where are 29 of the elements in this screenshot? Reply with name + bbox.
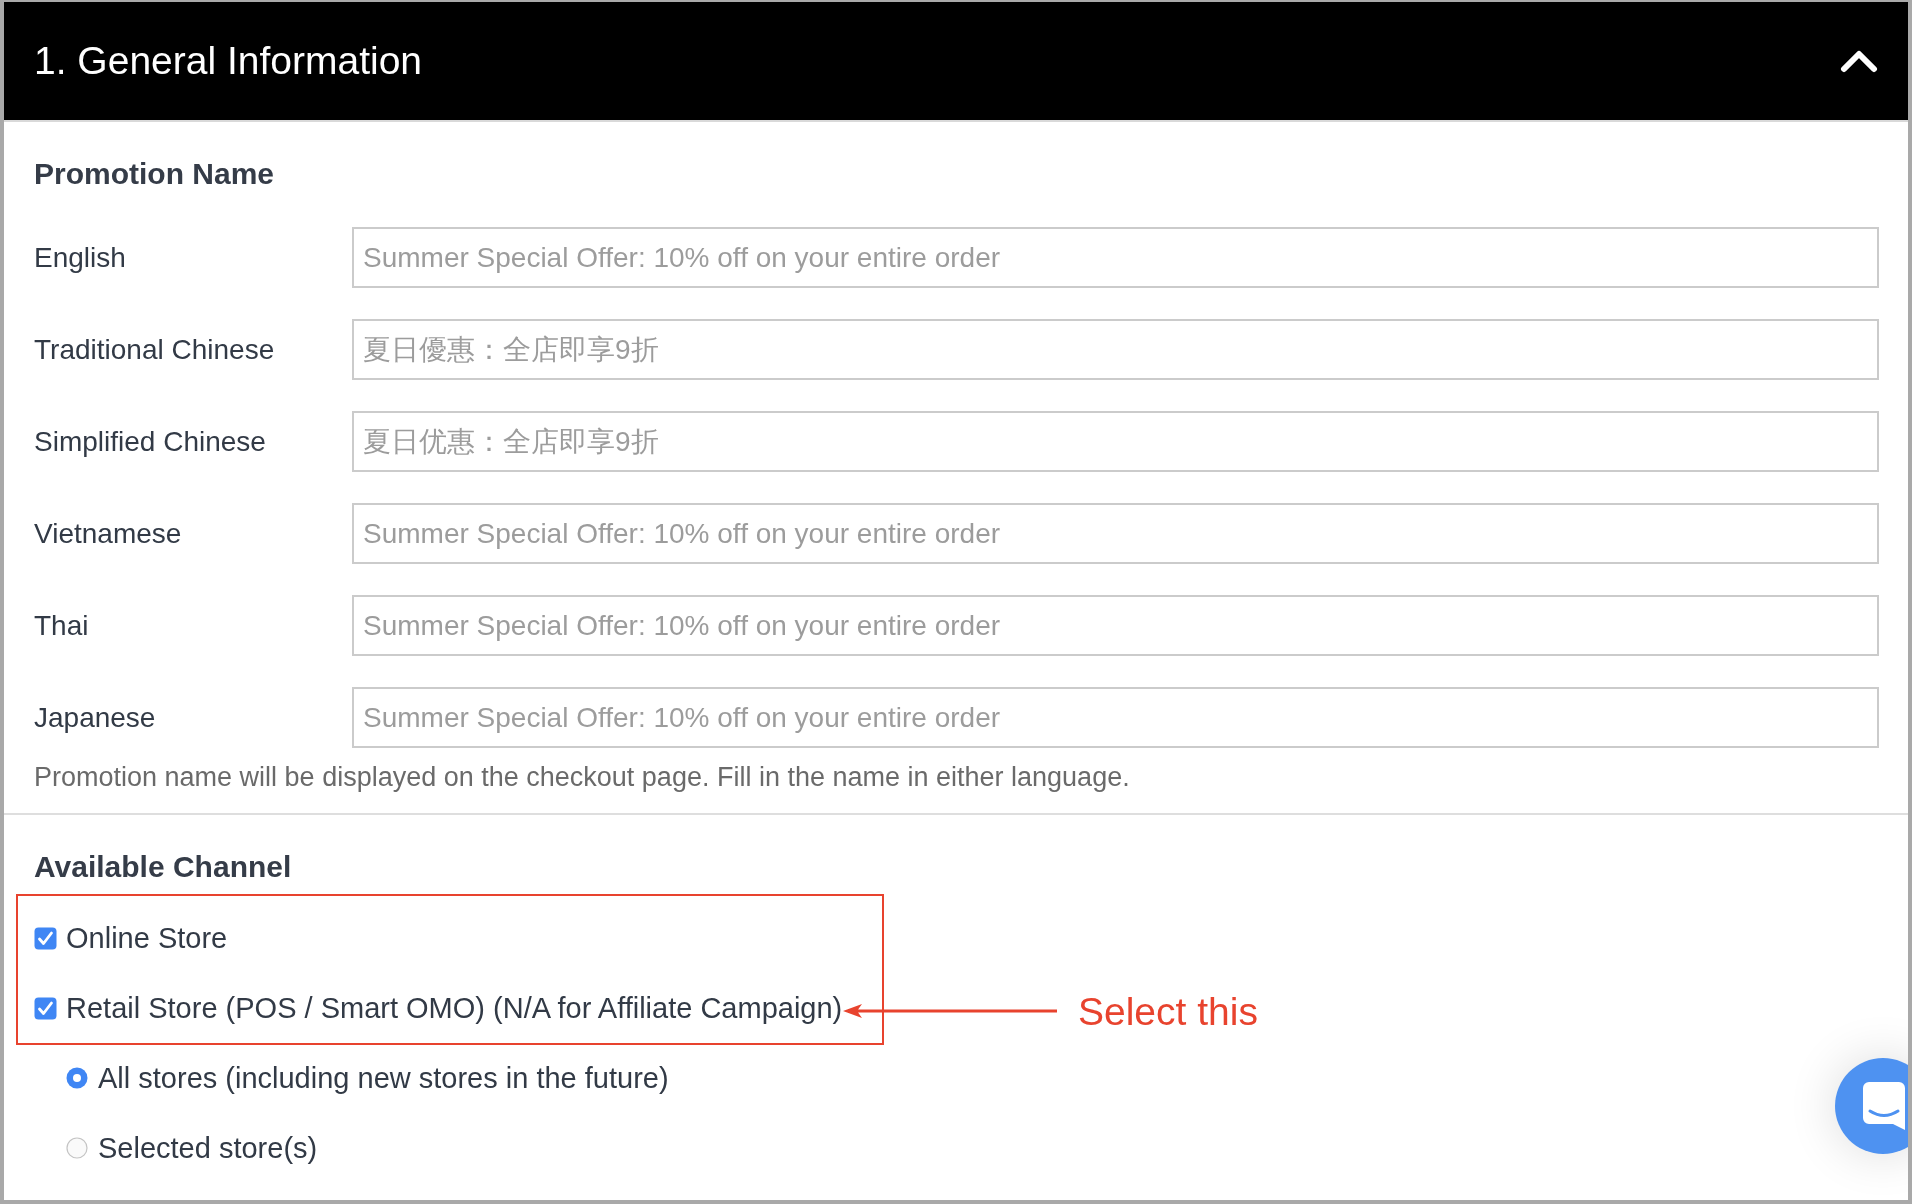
radio-button[interactable] (66, 1137, 88, 1159)
checkbox[interactable] (34, 926, 57, 950)
section-header[interactable]: 1. General Information (4, 2, 1908, 122)
section-title: 1. General Information (34, 38, 423, 84)
input-field[interactable]: 夏日優惠：全店即享9折 (352, 319, 1879, 380)
field-label: Vietnamese (34, 517, 182, 549)
field-label: Japanese (34, 701, 156, 733)
field-label: Thai (34, 609, 89, 641)
chat-bubble-icon (1863, 1082, 1905, 1130)
field-label: Traditional Chinese (34, 333, 275, 365)
annotation-text: Select this (1078, 989, 1258, 1035)
checkbox[interactable] (34, 996, 57, 1020)
input-field[interactable]: 夏日优惠：全店即享9折 (352, 411, 1879, 472)
section-heading: Promotion Name (34, 156, 275, 192)
chevron-up-icon[interactable] (1840, 49, 1878, 73)
radio-label[interactable]: All stores (including new stores in the future) (98, 1060, 669, 1096)
input-field[interactable]: Summer Special Offer: 10% off on your entire order (352, 503, 1879, 564)
input-field[interactable]: Summer Special Offer: 10% off on your entire order (352, 595, 1879, 656)
input-field[interactable]: Summer Special Offer: 10% off on your entire order (352, 227, 1879, 288)
radio-label[interactable]: Selected store(s) (98, 1130, 318, 1166)
section-heading: Available Channel (34, 849, 292, 885)
checkbox-label[interactable]: Retail Store (POS / Smart OMO) (N/A for Affiliate Campaign) (66, 990, 843, 1026)
chat-button[interactable] (1835, 1058, 1908, 1154)
checkbox-label[interactable]: Online Store (66, 920, 228, 956)
help-text: Promotion name will be displayed on the checkout page. Fill in the name in either language. (34, 761, 1130, 794)
radio-button[interactable] (66, 1067, 88, 1089)
field-label: English (34, 241, 126, 273)
input-field[interactable]: Summer Special Offer: 10% off on your entire order (352, 687, 1879, 748)
field-label: Simplified Chinese (34, 425, 266, 457)
